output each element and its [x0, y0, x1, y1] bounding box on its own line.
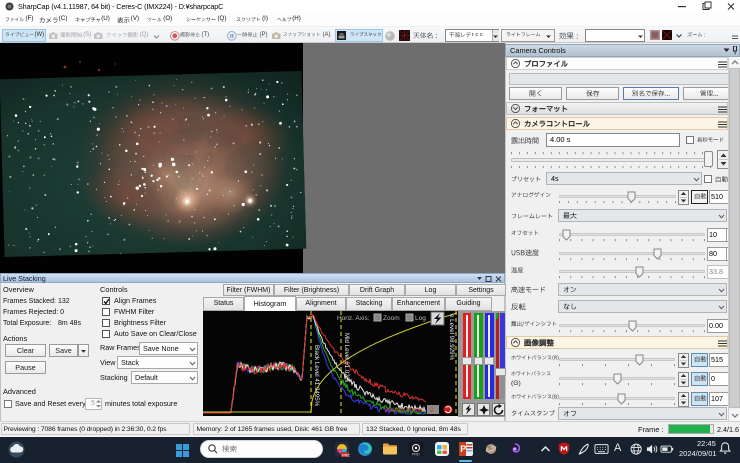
svg-text:Stretch Mode:: Stretch Mode: [384, 407, 425, 414]
svg-text:2: 2 [430, 407, 434, 414]
svg-text:PRO: PRO [342, 452, 350, 457]
svg-text:e Level 98.929%: e Level 98.929% [448, 314, 455, 361]
svg-text:Black Level 41.3495%: Black Level 41.3495% [313, 345, 320, 407]
svg-text:Mid Level 61.02%: Mid Level 61.02% [343, 333, 350, 383]
svg-text:P: P [460, 444, 466, 454]
svg-text:PRO: PRO [412, 453, 420, 457]
svg-text:Horiz. Axis:: Horiz. Axis: [337, 315, 370, 322]
svg-text:Log: Log [415, 315, 426, 322]
svg-text:Zoom: Zoom [383, 315, 400, 322]
